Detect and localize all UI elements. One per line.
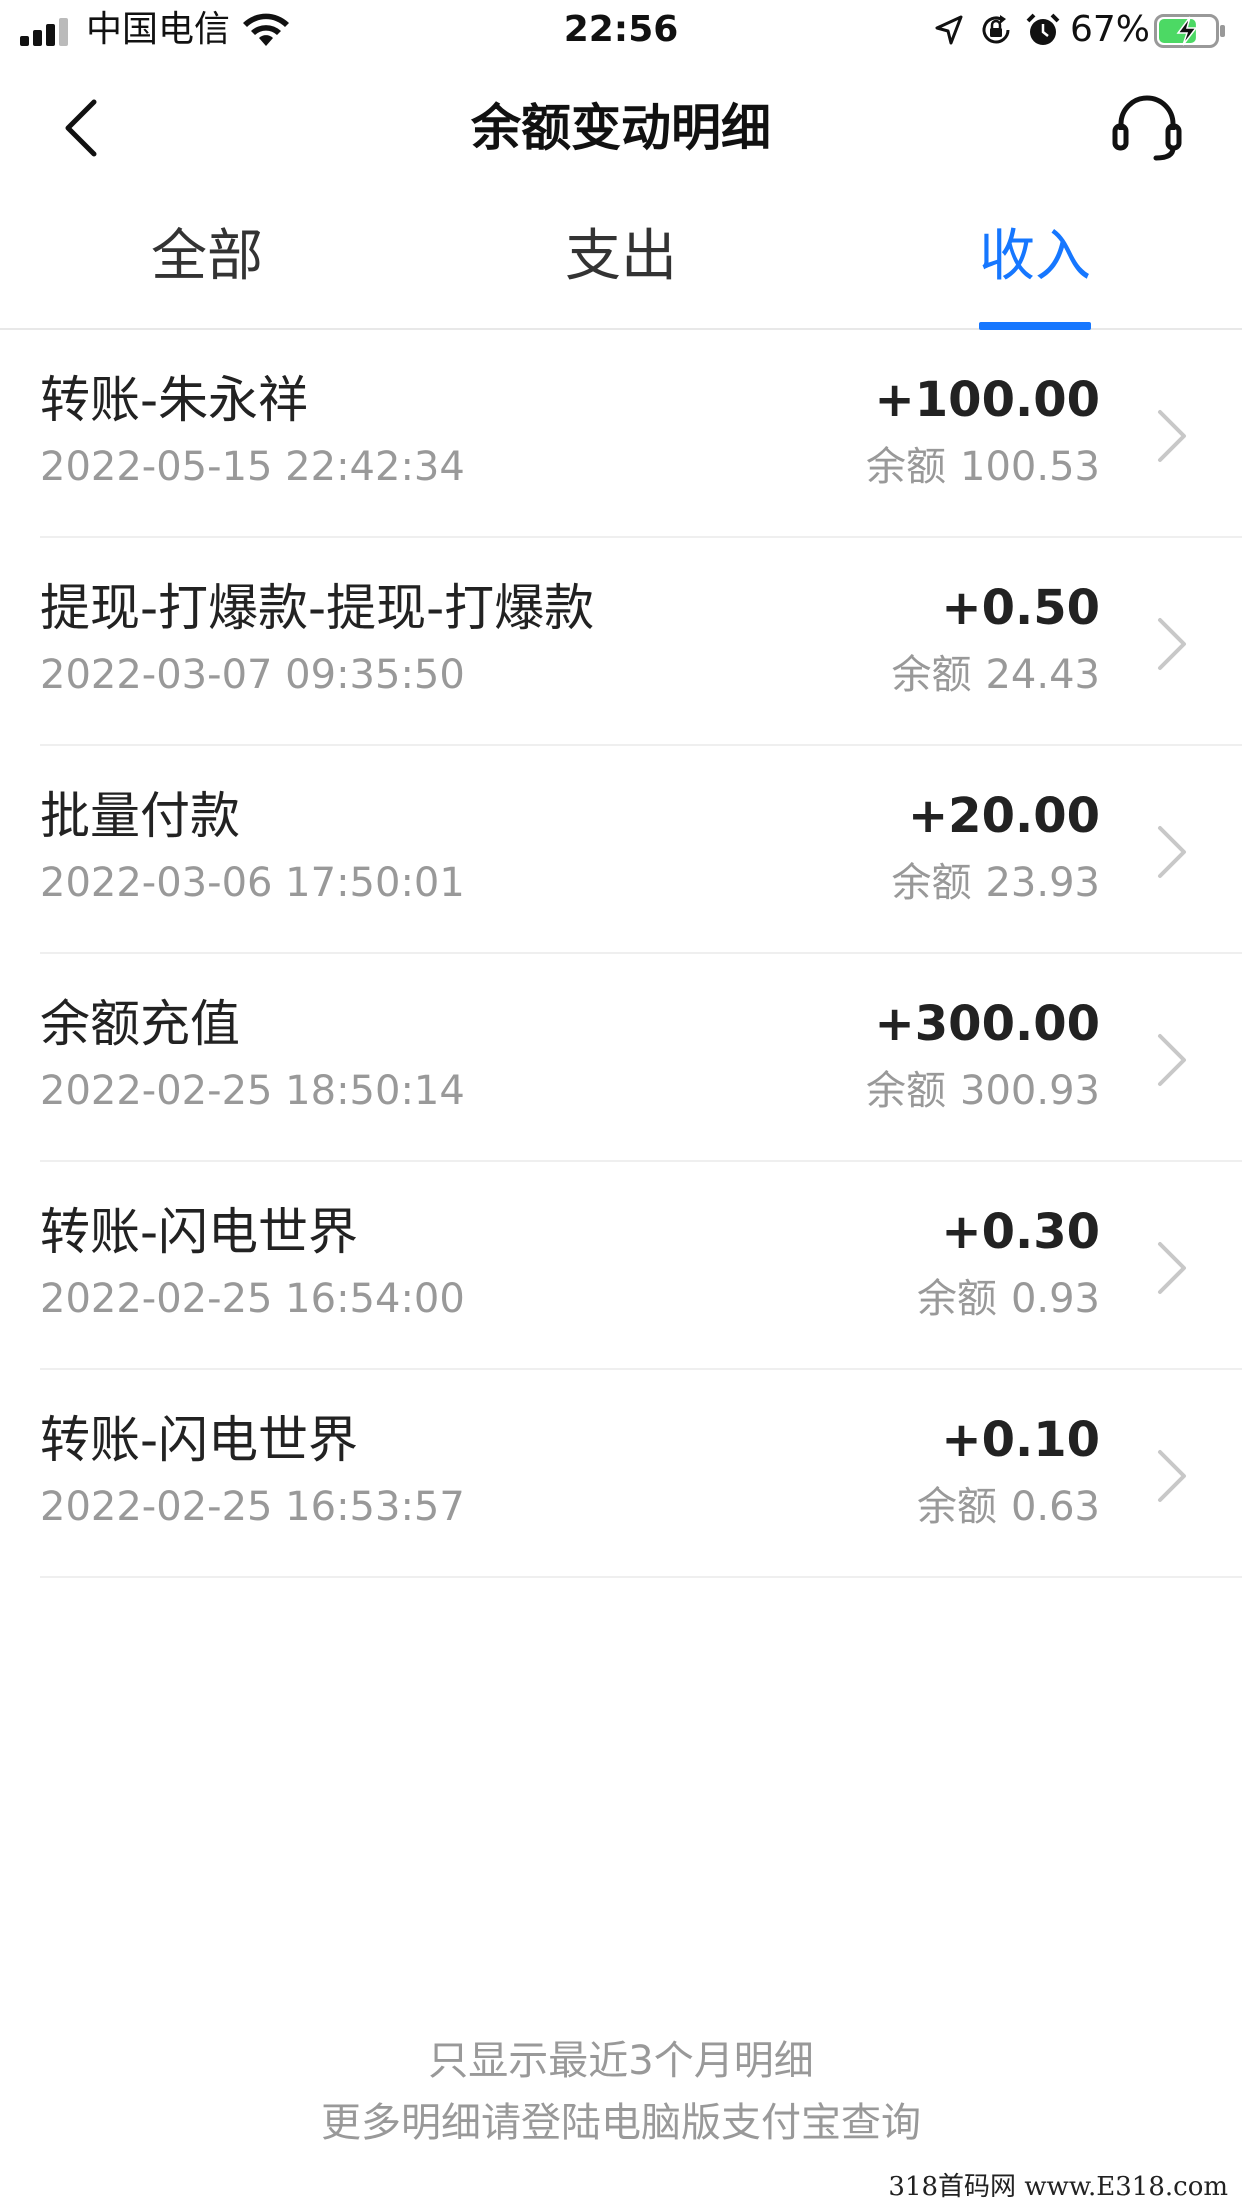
chevron-right-icon [1158,618,1186,670]
transaction-time: 2022-02-25 18:50:14 [40,1068,465,1114]
transaction-balance: 余额 24.43 [877,650,1100,700]
chevron-right-icon [1158,410,1186,462]
balance-value: 0.63 [1010,1484,1100,1530]
page-title: 余额变动明细 [471,99,771,157]
transaction-amount: +0.10 [941,1412,1100,1468]
balance-label: 余额 [866,1068,947,1114]
transaction-balance: 余额 300.93 [852,1066,1100,1116]
transaction-row[interactable]: 转账-闪电世界 2022-02-25 16:53:57 +0.10 余额 0.63 [0,1370,1242,1578]
transaction-amount: +100.00 [874,372,1100,428]
balance-label: 余额 [916,1484,997,1530]
transaction-title: 转账-朱永祥 [40,371,309,429]
nav-bar: 余额变动明细 [0,70,1242,186]
transaction-time: 2022-03-07 09:35:50 [40,652,465,698]
transaction-balance: 余额 0.93 [903,1274,1100,1324]
chevron-right-icon [1158,1242,1186,1294]
note-line-recent: 只显示最近3个月明细 [428,2038,814,2084]
balance-value: 24.43 [985,652,1100,698]
tab-expense[interactable]: 支出 [471,222,771,292]
transaction-balance: 余额 0.63 [903,1482,1100,1532]
history-limit-note: 只显示最近3个月明细 更多明细请登陆电脑版支付宝查询 [0,2030,1242,2154]
alarm-icon [1026,13,1060,45]
balance-label: 余额 [916,1276,997,1322]
balance-value: 100.53 [960,444,1100,490]
transaction-time: 2022-02-25 16:53:57 [40,1484,465,1530]
transaction-amount: +20.00 [907,788,1100,844]
transaction-row[interactable]: 余额充值 2022-02-25 18:50:14 +300.00 余额 300.9… [0,954,1242,1162]
headset-icon[interactable] [1112,92,1182,162]
balance-label: 余额 [891,652,972,698]
transaction-title: 批量付款 [40,787,240,845]
transaction-time: 2022-03-06 17:50:01 [40,860,465,906]
watermark: 318首码网 www.E318.com [888,2172,1228,2202]
balance-value: 23.93 [985,860,1100,906]
transaction-title: 余额充值 [40,995,240,1053]
transaction-amount: +0.30 [941,1204,1100,1260]
transaction-title: 转账-闪电世界 [40,1203,359,1261]
transaction-title: 转账-闪电世界 [40,1411,359,1469]
status-bar: 中国电信 22:56 67% [0,0,1242,60]
filter-tabs: 全部 支出 收入 [0,200,1242,330]
chevron-right-icon [1158,826,1186,878]
transaction-title: 提现-打爆款-提现-打爆款 [40,579,595,637]
balance-value: 300.93 [960,1068,1100,1114]
transaction-amount: +300.00 [874,996,1100,1052]
transaction-balance: 余额 23.93 [877,858,1100,908]
transaction-time: 2022-05-15 22:42:34 [40,444,465,490]
transaction-list: 转账-朱永祥 2022-05-15 22:42:34 +100.00 余额 100… [0,330,1242,1578]
transaction-balance: 余额 100.53 [852,442,1100,492]
active-tab-indicator [979,322,1091,330]
balance-label: 余额 [866,444,947,490]
chevron-right-icon [1158,1450,1186,1502]
tab-all[interactable]: 全部 [57,222,357,292]
transaction-amount: +0.50 [941,580,1100,636]
transaction-row[interactable]: 提现-打爆款-提现-打爆款 2022-03-07 09:35:50 +0.50 … [0,538,1242,746]
location-icon [935,15,963,45]
battery-percent: 67% [1070,9,1151,50]
transaction-row[interactable]: 批量付款 2022-03-06 17:50:01 +20.00 余额 23.93 [0,746,1242,954]
battery-charging-icon [1154,14,1225,48]
tab-income[interactable]: 收入 [885,222,1185,292]
balance-value: 0.93 [1010,1276,1100,1322]
note-line-desktop: 更多明细请登陆电脑版支付宝查询 [321,2100,921,2146]
transaction-row[interactable]: 转账-闪电世界 2022-02-25 16:54:00 +0.30 余额 0.93 [0,1162,1242,1370]
chevron-right-icon [1158,1034,1186,1086]
transaction-time: 2022-02-25 16:54:00 [40,1276,465,1322]
transaction-row[interactable]: 转账-朱永祥 2022-05-15 22:42:34 +100.00 余额 100… [0,330,1242,538]
balance-label: 余额 [891,860,972,906]
rotation-lock-icon [982,15,1010,44]
